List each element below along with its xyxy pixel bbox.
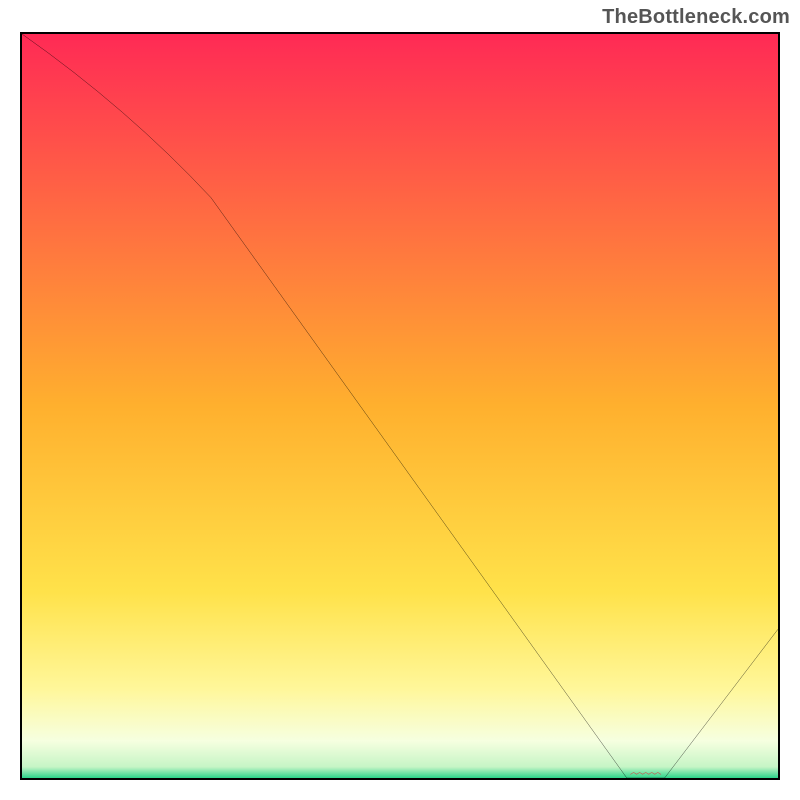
chart-svg xyxy=(22,34,778,778)
watermark-text: TheBottleneck.com xyxy=(602,6,790,29)
chart-plot-area xyxy=(20,32,780,780)
chart-gradient-bg xyxy=(22,34,778,778)
